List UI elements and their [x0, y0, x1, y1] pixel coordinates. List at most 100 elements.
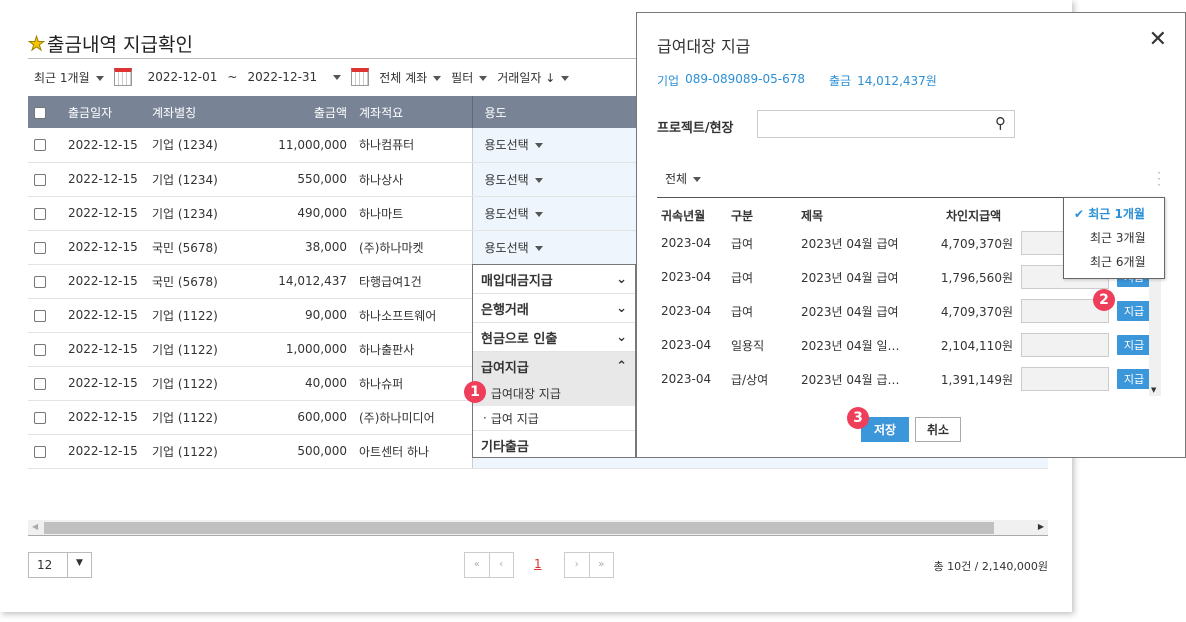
row-checkbox[interactable]	[34, 207, 46, 220]
usage-select[interactable]: 용도선택	[471, 230, 632, 265]
row-checkbox[interactable]	[34, 139, 46, 152]
col-usage[interactable]: 용도	[471, 96, 632, 128]
pay-button[interactable]: 지급	[1117, 335, 1151, 355]
cell-amount: 14,012,437	[236, 264, 353, 299]
cell-subject: 2023년 04월 급여	[801, 304, 899, 319]
check-icon: ✔	[1074, 207, 1085, 221]
caret-down-icon	[479, 75, 488, 81]
cell-memo: 아트센터 하나	[353, 434, 472, 469]
row-checkbox[interactable]	[34, 445, 46, 458]
cell-date: 2022-12-15	[62, 366, 146, 401]
more-options-icon[interactable]: · · ·	[1157, 167, 1161, 191]
pay-button[interactable]: 지급	[1117, 301, 1151, 321]
first-page-icon[interactable]: «	[465, 553, 490, 577]
cell-date: 2022-12-15	[62, 264, 146, 299]
cell-amount: 1,000,000	[236, 332, 353, 367]
pay-amount-input[interactable]	[1021, 367, 1109, 391]
period-option-1m[interactable]: ✔ 최근 1개월	[1064, 198, 1164, 222]
date-from[interactable]: 2022-12-01	[148, 70, 218, 84]
category-select[interactable]: 전체	[665, 170, 702, 187]
col-amount[interactable]: 출금액	[236, 96, 353, 128]
usage-dropdown-menu: 매입대금지급⌄ 은행거래⌄ 현금으로 인출⌄ 급여지급⌃ · 급여대장 지급 ·…	[472, 264, 636, 458]
usage-select[interactable]: 용도선택	[471, 162, 632, 197]
cell-date: 2022-12-15	[62, 298, 146, 333]
cell-amount: 90,000	[236, 298, 353, 333]
calendar-icon[interactable]	[113, 68, 132, 86]
prev-page-icon[interactable]: ‹	[490, 553, 514, 577]
horizontal-scrollbar[interactable]: ◀ ▶	[28, 520, 1048, 536]
modal-table-header: 귀속년월 구분 제목 차인지급액	[661, 209, 1002, 223]
step-badge-1: 1	[464, 381, 486, 403]
cancel-button[interactable]: 취소	[915, 417, 961, 442]
period-option-3m[interactable]: 최근 3개월	[1064, 222, 1164, 246]
cell-date: 2022-12-15	[62, 434, 146, 469]
last-page-icon[interactable]: »	[590, 553, 614, 577]
cell-memo: 하나마트	[353, 196, 472, 231]
pay-amount-input[interactable]	[1021, 333, 1109, 357]
cell-date: 2022-12-15	[62, 230, 146, 265]
row-checkbox[interactable]	[34, 309, 46, 322]
period-option-6m[interactable]: 최근 6개월	[1064, 246, 1164, 270]
scroll-thumb[interactable]	[44, 522, 994, 534]
cell-subject: 2023년 04월 일…	[801, 338, 900, 353]
cell-memo: 하나출판사	[353, 332, 472, 367]
next-page-icon[interactable]: ›	[565, 553, 590, 577]
cell-net-pay: 1,796,560원	[940, 270, 1013, 285]
row-checkbox[interactable]	[34, 343, 46, 356]
menu-item-other[interactable]: 기타출금	[473, 431, 635, 460]
row-checkbox[interactable]	[34, 411, 46, 424]
sort-select[interactable]: 거래일자 ↓	[497, 69, 570, 86]
row-checkbox[interactable]	[34, 377, 46, 390]
col-date[interactable]: 출금일자	[62, 96, 146, 128]
caret-down-icon[interactable]	[333, 74, 342, 80]
col-memo[interactable]: 계좌적요	[353, 96, 472, 128]
menu-item-bank[interactable]: 은행거래 ⌄	[473, 294, 635, 323]
project-search-input[interactable]: ⚲	[757, 110, 1015, 138]
cell-amount: 40,000	[236, 366, 353, 401]
period-select[interactable]: 최근 1개월	[34, 69, 104, 86]
caret-down-icon: ▼	[67, 553, 91, 577]
cell-memo: (주)하나미디어	[353, 400, 472, 435]
cell-account: 기업 (1122)	[146, 366, 236, 401]
usage-select[interactable]: 용도선택	[471, 196, 632, 231]
cell-net-pay: 4,709,370원	[940, 236, 1013, 251]
filter-bar: 최근 1개월 2022-12-01 ~ 2022-12-31 전체 계좌 필터 …	[34, 68, 570, 86]
cell-month: 2023-04	[661, 372, 712, 386]
row-checkbox[interactable]	[34, 241, 46, 254]
account-select[interactable]: 전체 계좌	[379, 69, 442, 86]
row-checkbox[interactable]	[34, 275, 46, 288]
cell-month: 2023-04	[661, 304, 712, 318]
close-icon[interactable]: ✕	[1149, 27, 1167, 52]
usage-select[interactable]: 용도선택	[471, 128, 632, 163]
cell-date: 2022-12-15	[62, 162, 146, 197]
cell-month: 2023-04	[661, 270, 712, 284]
search-icon[interactable]: ⚲	[995, 114, 1006, 132]
page-size-select[interactable]: 12 ▼	[28, 552, 92, 578]
pay-button[interactable]: 지급	[1117, 369, 1151, 389]
cell-account: 기업 (1122)	[146, 400, 236, 435]
select-all-checkbox[interactable]	[34, 106, 46, 119]
date-to[interactable]: 2022-12-31	[247, 70, 317, 84]
caret-down-icon	[534, 245, 543, 251]
menu-item-cash[interactable]: 현금으로 인출 ⌄	[473, 323, 635, 352]
cell-subject: 2023년 04월 급여	[801, 270, 899, 285]
row-checkbox[interactable]	[34, 173, 46, 186]
menu-item-purchase-payment[interactable]: 매입대금지급 ⌄	[473, 265, 635, 294]
cell-account: 국민 (5678)	[146, 264, 236, 299]
cell-account: 국민 (5678)	[146, 230, 236, 265]
caret-down-icon	[433, 75, 442, 81]
cell-memo: 하나소프트웨어	[353, 298, 472, 333]
cell-date: 2022-12-15	[62, 128, 146, 163]
cell-account: 기업 (1122)	[146, 434, 236, 469]
submenu-payroll-payment[interactable]: · 급여대장 지급	[473, 381, 635, 406]
current-page[interactable]: 1	[534, 557, 542, 571]
cell-memo: 하나컴퓨터	[353, 128, 472, 163]
calendar-icon[interactable]	[351, 68, 370, 86]
menu-item-salary[interactable]: 급여지급 ⌃	[473, 352, 635, 381]
filter-select[interactable]: 필터	[451, 69, 488, 86]
col-account[interactable]: 계좌별칭	[146, 96, 236, 128]
chevron-up-icon: ⌃	[616, 359, 627, 374]
payroll-modal: 급여대장 지급 ✕ 기업 089-089089-05-678 출금 14,012,4…	[636, 12, 1186, 458]
cell-date: 2022-12-15	[62, 332, 146, 367]
submenu-salary-payment[interactable]: · 급여 지급	[473, 406, 635, 431]
